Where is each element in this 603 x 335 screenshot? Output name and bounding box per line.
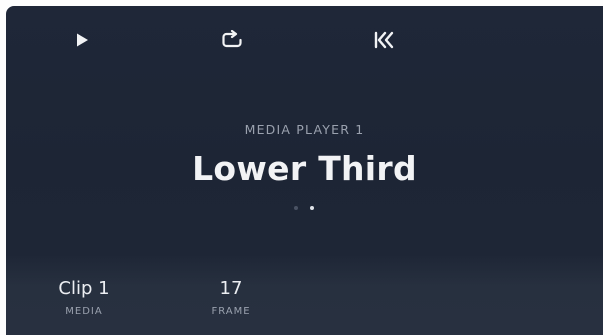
rewind-to-start-button[interactable]	[368, 24, 400, 56]
media-player-panel: MEDIA PLAYER 1 Lower Third Clip 1 MEDIA …	[6, 6, 603, 335]
play-icon	[77, 33, 88, 47]
media-player-label: MEDIA PLAYER 1	[244, 122, 365, 137]
frame-stat: 17 FRAME	[196, 278, 266, 317]
transport-controls	[6, 6, 603, 68]
loop-button[interactable]	[216, 24, 248, 56]
clip-title: Lower Third	[192, 149, 417, 188]
rewind-to-start-icon	[374, 31, 394, 49]
frame-value: 17	[219, 278, 243, 299]
media-label: MEDIA	[65, 306, 103, 317]
page-dot-2-active[interactable]	[310, 206, 314, 210]
page-indicator[interactable]	[294, 206, 314, 210]
frame-label: FRAME	[211, 306, 251, 317]
media-value: Clip 1	[58, 278, 110, 299]
page-dot-1[interactable]	[294, 206, 298, 210]
loop-icon	[222, 30, 242, 48]
play-button[interactable]	[66, 24, 98, 56]
media-stat: Clip 1 MEDIA	[46, 278, 122, 317]
